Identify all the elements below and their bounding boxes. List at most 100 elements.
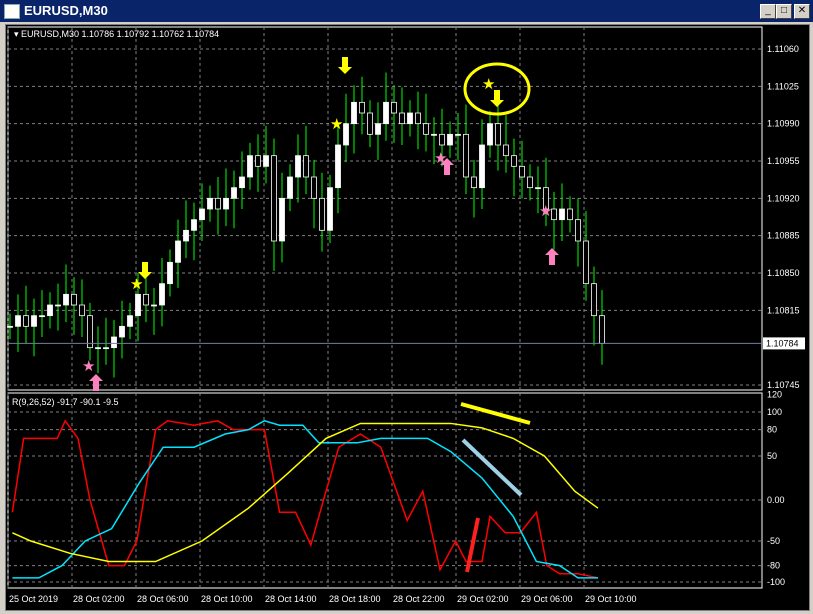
candle-body — [319, 197, 325, 231]
candle-body — [527, 176, 533, 189]
candle-body — [375, 123, 381, 135]
time-tick-label: 25 Oct 2019 — [9, 594, 58, 604]
price-tick-label: 1.10955 — [767, 156, 800, 166]
candle-body — [55, 304, 61, 307]
candle-body — [511, 155, 517, 167]
candle-body — [247, 155, 253, 178]
time-tick-label: 29 Oct 02:00 — [457, 594, 509, 604]
candle-body — [175, 240, 181, 263]
candle-body — [583, 240, 589, 285]
star-icon: ★ — [434, 150, 447, 167]
candle-body — [31, 315, 37, 327]
indicator-tick-label: 80 — [767, 425, 777, 435]
indicator-tick-label: 100 — [767, 407, 782, 417]
time-tick-label: 28 Oct 10:00 — [201, 594, 253, 604]
candle-body — [127, 315, 133, 327]
indicator-tick-label: 120 — [767, 389, 782, 399]
candle-body — [591, 283, 597, 317]
candle-body — [47, 304, 53, 317]
price-tick-label: 1.10990 — [767, 119, 800, 129]
candle-body — [391, 101, 397, 114]
candle-body — [559, 208, 565, 221]
candle-body — [303, 155, 309, 178]
star-icon: ★ — [482, 76, 495, 93]
candle-body — [271, 155, 277, 242]
indicator-tick-label: -100 — [767, 577, 785, 587]
candle-body — [463, 133, 469, 178]
indicator-pane-border — [7, 392, 763, 589]
price-tick-label: 1.10850 — [767, 268, 800, 278]
current-price-label: 1.10784 — [766, 338, 799, 348]
candle-body — [399, 112, 405, 125]
price-tick-label: 1.10885 — [767, 231, 800, 241]
candle-body — [295, 155, 301, 178]
candle-body — [407, 112, 413, 125]
candle-body — [599, 315, 605, 344]
candle-body — [207, 197, 213, 210]
candle-body — [231, 187, 237, 199]
red-trend-stroke — [465, 517, 480, 573]
chart-canvas: 1.11060 1.11025 1.10990 1.10955 1.10920 1.108… — [7, 26, 805, 604]
candle-body — [79, 304, 85, 317]
candle-body — [335, 144, 341, 189]
candle-body — [359, 101, 365, 114]
time-tick-label: 28 Oct 02:00 — [73, 594, 125, 604]
candle-body — [255, 155, 261, 167]
candle-body — [471, 176, 477, 189]
candle-body — [103, 347, 109, 350]
candle-body — [479, 144, 485, 189]
candle-body — [159, 283, 165, 306]
candle-body — [199, 208, 205, 221]
time-tick-label: 29 Oct 10:00 — [585, 594, 637, 604]
indicator-tick-label: 0.00 — [767, 495, 785, 505]
candle-body — [287, 176, 293, 199]
time-tick-label: 28 Oct 18:00 — [329, 594, 381, 604]
candle-body — [487, 123, 493, 146]
candle-body — [351, 101, 357, 125]
candle-body — [71, 293, 77, 306]
indicator-tick-label: -50 — [767, 536, 780, 546]
candle-body — [15, 315, 21, 327]
candle-body — [191, 219, 197, 231]
up-arrow-icon — [89, 374, 103, 391]
candle-body — [143, 293, 149, 306]
up-arrow-icon — [545, 248, 559, 265]
candle-body — [239, 176, 245, 189]
star-icon: ★ — [330, 116, 343, 133]
chart-header: ▾ EURUSD,M30 1.10786 1.10792 1.10762 1.1… — [14, 29, 220, 39]
time-tick-label: 28 Oct 06:00 — [137, 594, 189, 604]
candle-body — [455, 133, 461, 136]
time-tick-label: 28 Oct 22:00 — [393, 594, 445, 604]
time-tick-label: 28 Oct 14:00 — [265, 594, 317, 604]
candle-body — [495, 123, 501, 146]
candle-body — [215, 197, 221, 210]
indicator-label: R(9,26,52) -91.7 -90.1 -9.5 — [12, 397, 119, 407]
candle-body — [7, 325, 13, 328]
price-tick-label: 1.11025 — [767, 81, 799, 91]
price-tick-label: 1.10920 — [767, 193, 800, 203]
indicator-tick-label: -80 — [767, 561, 780, 571]
star-icon: ★ — [539, 203, 552, 220]
candle-body — [263, 155, 269, 167]
time-tick-label: 29 Oct 06:00 — [521, 594, 573, 604]
candle-body — [367, 112, 373, 135]
candle-body — [95, 347, 101, 350]
candle-body — [415, 112, 421, 125]
symbol-ohlc: EURUSD,M30 1.10786 1.10792 1.10762 1.107… — [21, 29, 220, 39]
candle-body — [327, 187, 333, 231]
candle-body — [567, 208, 573, 221]
candle-body — [439, 133, 445, 146]
candle-body — [311, 176, 317, 199]
star-icon: ★ — [130, 276, 143, 293]
candle-body — [183, 229, 189, 242]
candle-body — [151, 304, 157, 307]
star-icon: ★ — [82, 358, 95, 375]
indicator-line-red — [11, 419, 599, 579]
candle-body — [575, 219, 581, 242]
candle-body — [519, 165, 525, 178]
candle-body — [423, 123, 429, 135]
price-tick-label: 1.11060 — [767, 44, 799, 54]
candle-body — [39, 315, 45, 318]
blue-trend-stroke — [461, 438, 523, 497]
candle-body — [223, 197, 229, 210]
